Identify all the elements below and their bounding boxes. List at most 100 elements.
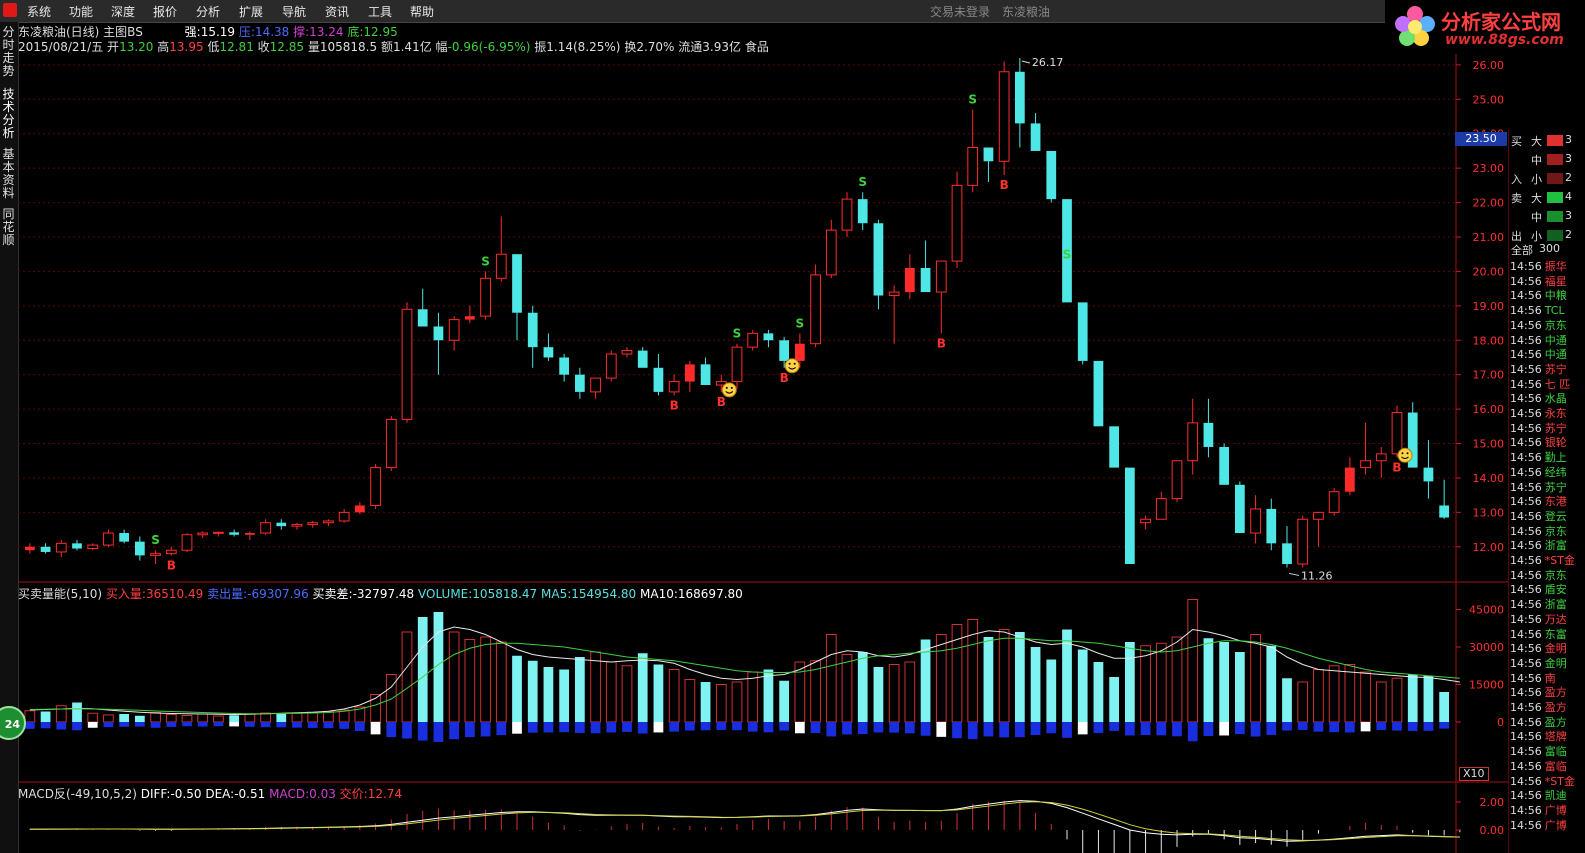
candle-body [119, 533, 130, 542]
tab-technical[interactable]: 技术分析 [1, 88, 16, 140]
tick-stock-name: 塔牌 [1544, 730, 1567, 744]
tick-row[interactable]: 14:56 盈方 [1509, 716, 1585, 731]
brand-name: 分析家公式网 [1441, 10, 1561, 34]
sell-volume-bar [276, 722, 287, 728]
tick-row[interactable]: 14:56 苏宁 [1509, 481, 1585, 496]
tick-row[interactable]: 14:56 经纬 [1509, 466, 1585, 481]
order-flow-size: 大 [1531, 135, 1542, 148]
sell-volume-bar [936, 722, 947, 737]
candle-body [873, 223, 884, 296]
tick-row[interactable]: 14:56 富临 [1509, 760, 1585, 775]
candle-body [920, 267, 931, 293]
sell-volume-bar [1360, 722, 1371, 732]
sell-volume-bar [559, 722, 570, 733]
sell-volume-bar [182, 722, 192, 727]
order-flow-bar [1547, 192, 1563, 203]
buy-volume-bar [1391, 677, 1403, 723]
tick-row[interactable]: 14:56 苏宁 [1509, 422, 1585, 437]
tick-row[interactable]: 14:56 盈方 [1509, 701, 1585, 716]
tick-row[interactable]: 14:56 福星 [1509, 275, 1585, 290]
candle-body [1140, 518, 1151, 524]
tick-row[interactable]: 14:56 广博 [1509, 819, 1585, 834]
tick-row[interactable]: 14:56 金明 [1509, 657, 1585, 672]
tick-row[interactable]: 14:56 中粮 [1509, 289, 1585, 304]
candle-body [1093, 360, 1104, 427]
tick-row[interactable]: 14:56 登云 [1509, 510, 1585, 525]
tick-time: 14:56 [1510, 598, 1542, 612]
buy-volume-bar [40, 711, 51, 722]
tick-row[interactable]: 14:56 浙富 [1509, 539, 1585, 554]
sell-volume-bar [1187, 722, 1198, 742]
trade-status: 交易未登录 [930, 5, 991, 19]
menu-help[interactable]: 帮助 [410, 3, 434, 20]
tick-row[interactable]: 14:56 京东 [1509, 319, 1585, 334]
menu-extend[interactable]: 扩展 [239, 3, 263, 20]
buy-volume-bar [841, 654, 853, 723]
app-logo-icon[interactable] [3, 3, 17, 17]
tick-row[interactable]: 14:56 盈方 [1509, 686, 1585, 701]
tick-row[interactable]: 14:56 东港 [1509, 495, 1585, 510]
tick-row[interactable]: 14:56 南 [1509, 672, 1585, 687]
tick-stock-name: 中通 [1544, 333, 1567, 347]
candle-body [1046, 150, 1057, 200]
order-flow-value: 4 [1565, 190, 1572, 203]
candle-body [134, 541, 145, 556]
tick-row[interactable]: 14:56 广博 [1509, 804, 1585, 819]
tick-row[interactable]: 14:56 中通 [1509, 334, 1585, 349]
tick-row[interactable]: 14:56 七 匹 [1509, 378, 1585, 393]
menu-navigate[interactable]: 导航 [282, 3, 306, 20]
candle-body [857, 199, 868, 224]
tick-row[interactable]: 14:56 *ST金 [1509, 554, 1585, 569]
tick-row[interactable]: 14:56 凯迪 [1509, 789, 1585, 804]
tick-time: 14:56 [1510, 789, 1542, 803]
buy-volume-bar [543, 667, 554, 722]
tick-row[interactable]: 14:56 万达 [1509, 613, 1585, 628]
tick-row[interactable]: 14:56 中通 [1509, 348, 1585, 363]
tick-stock-name: 金明 [1544, 656, 1567, 670]
tick-time: 14:56 [1510, 407, 1542, 420]
sell-volume-bar [1439, 722, 1450, 729]
tick-time: 14:56 [1510, 509, 1542, 523]
tab-tonghuashun[interactable]: 同花顺 [1, 208, 16, 247]
tick-row[interactable]: 14:56 京东 [1509, 525, 1585, 540]
order-flow-size: 大 [1531, 192, 1542, 205]
tick-row[interactable]: 14:56 振华 [1509, 260, 1585, 275]
tick-row[interactable]: 14:56 金明 [1509, 642, 1585, 657]
tick-row[interactable]: 14:56 塔牌 [1509, 730, 1585, 745]
tick-row[interactable]: 14:56 富临 [1509, 745, 1585, 760]
menu-depth[interactable]: 深度 [111, 3, 135, 20]
tab-fundamentals[interactable]: 基本资料 [1, 148, 16, 200]
buy-volume-bar [244, 713, 256, 723]
tick-row[interactable]: 14:56 苏宁 [1509, 363, 1585, 378]
sell-volume-bar [197, 722, 208, 727]
tick-row[interactable]: 14:56 水晶 [1509, 392, 1585, 407]
tick-row[interactable]: 14:56 京东 [1509, 569, 1585, 584]
menu-quote[interactable]: 报价 [153, 3, 177, 20]
menu-news[interactable]: 资讯 [325, 3, 349, 20]
tick-row[interactable]: 14:56 银轮 [1509, 436, 1585, 451]
kline-chart[interactable]: SSSSSSSBBBBBBB26.1711.26 26.0025.0024.00… [18, 54, 1508, 853]
sell-volume-bar [354, 722, 365, 731]
menu-tools[interactable]: 工具 [368, 3, 392, 20]
press-value: 14.38 [254, 25, 290, 39]
tab-intraday[interactable]: 分时走势 [1, 26, 16, 78]
tick-row[interactable]: 14:56 永东 [1509, 407, 1585, 422]
price-axis-label: 20.00 [1473, 265, 1505, 278]
tick-row[interactable]: 14:56 *ST金 [1509, 775, 1585, 790]
tick-row[interactable]: 14:56 浙富 [1509, 598, 1585, 613]
candle-body [512, 254, 522, 313]
sell-volume-bar [103, 722, 114, 728]
tick-row[interactable]: 14:56 勤上 [1509, 451, 1585, 466]
candle-body [621, 350, 633, 355]
tick-time: 14:56 [1510, 656, 1542, 670]
order-flow-value: 3 [1565, 133, 1572, 146]
menu-function[interactable]: 功能 [69, 3, 93, 20]
candle-body [229, 532, 240, 535]
tick-row[interactable]: 14:56 盾安 [1509, 583, 1585, 598]
buy-volume-bar [1250, 634, 1261, 723]
tick-row[interactable]: 14:56 TCL [1509, 304, 1585, 319]
sell-volume-bar [433, 722, 444, 742]
menu-system[interactable]: 系统 [27, 3, 51, 20]
tick-row[interactable]: 14:56 东富 [1509, 628, 1585, 643]
menu-analysis[interactable]: 分析 [196, 3, 220, 20]
